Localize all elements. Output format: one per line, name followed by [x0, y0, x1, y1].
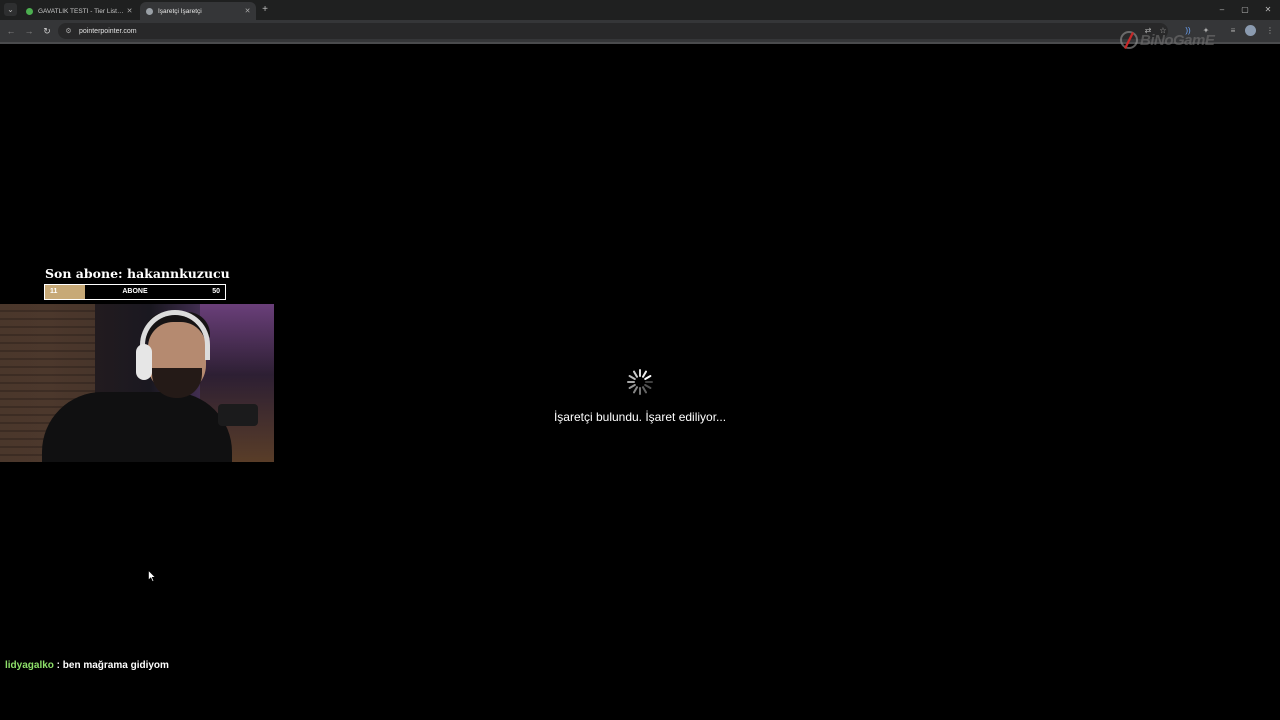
chat-separator: : — [53, 660, 63, 671]
sub-goal-label: ABONE — [122, 288, 148, 295]
sub-goal-bar: 11 ABONE 50 — [44, 284, 226, 300]
chat-username: lidyagalko — [5, 660, 54, 671]
close-window-button[interactable]: ✕ — [1260, 3, 1276, 16]
tab-gavatlik[interactable]: GAVATLIK TESTİ - Tier List, Kör ✕ — [20, 2, 138, 20]
tab-isaretci[interactable]: İşaretçi İşaretçi ✕ — [140, 2, 256, 20]
spinner-segment — [633, 386, 638, 394]
spinner-segment — [628, 384, 636, 389]
headphone-icon — [136, 344, 152, 380]
url-text[interactable]: pointerpointer.com — [79, 28, 137, 35]
tab-title: İşaretçi İşaretçi — [158, 7, 202, 15]
sub-goal-target: 50 — [212, 288, 220, 295]
toolbar-divider — [0, 42, 1280, 44]
loading-message: İşaretçi bulundu. İşaret ediliyor... — [553, 410, 727, 424]
spinner-segment — [628, 375, 636, 380]
spinner-segment — [633, 370, 638, 378]
tab-strip: ⌄ GAVATLIK TESTİ - Tier List, Kör ✕ İşar… — [0, 0, 1280, 20]
maximize-button[interactable]: ▢ — [1237, 3, 1253, 16]
globe-icon — [146, 7, 153, 15]
minimize-button[interactable]: – — [1214, 3, 1230, 16]
latest-subscriber-label: Son abone: hakannkuzucu — [45, 266, 230, 281]
menu-icon[interactable]: ⋮ — [1264, 25, 1276, 37]
spinner-segment — [642, 386, 647, 394]
loading-spinner-icon — [627, 369, 653, 395]
tab-close-icon[interactable]: ✕ — [243, 7, 252, 15]
reload-button[interactable]: ↻ — [41, 25, 53, 37]
new-tab-button[interactable]: + — [259, 3, 271, 16]
address-bar[interactable]: ⚙ pointerpointer.com — [58, 23, 1168, 39]
tab-close-icon[interactable]: ✕ — [125, 7, 134, 15]
watermark-text: BiNoGamE — [1140, 32, 1215, 49]
tab-search-button[interactable]: ⌄ — [4, 3, 17, 16]
spinner-segment — [642, 370, 647, 378]
tab-title: GAVATLIK TESTİ - Tier List, Kör — [38, 7, 125, 15]
channel-watermark: BiNoGamE — [1120, 30, 1250, 52]
chat-message: lidyagalko : ben mağrama gidiyom — [5, 660, 169, 671]
logo-icon — [1120, 31, 1138, 49]
site-info-icon[interactable]: ⚙ — [64, 27, 73, 36]
browser-toolbar: ← → ↻ ⚙ pointerpointer.com ⇄ ☆ )) ✦ ≡ ⋮ — [0, 20, 1280, 42]
webcam-feed — [0, 304, 274, 462]
back-button[interactable]: ← — [5, 25, 17, 37]
mouse-cursor-icon — [148, 570, 156, 582]
forward-button[interactable]: → — [23, 25, 35, 37]
chat-text: ben mağrama gidiyom — [62, 660, 169, 671]
tab-favicon-icon — [26, 7, 33, 15]
spinner-segment — [644, 375, 652, 380]
spinner-segment — [644, 384, 652, 389]
